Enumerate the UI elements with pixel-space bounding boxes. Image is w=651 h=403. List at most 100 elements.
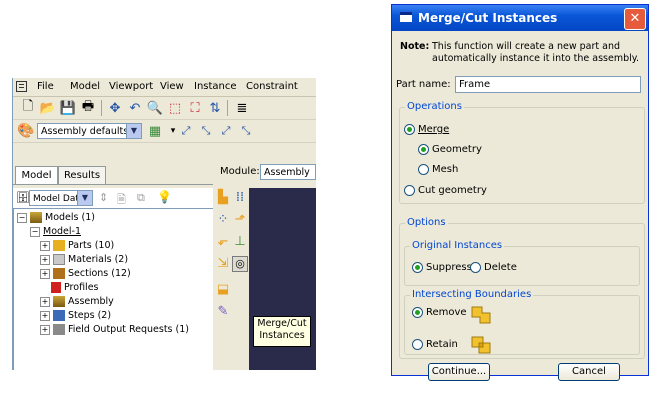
- lightbulb-icon[interactable]: 💡: [157, 190, 172, 204]
- open-folder-icon[interactable]: 📂: [39, 99, 57, 117]
- rotate-instance-icon[interactable]: ⬐: [215, 234, 231, 250]
- tree-item-label: Assembly: [68, 296, 114, 307]
- radio-unselected-icon[interactable]: [470, 261, 481, 273]
- delete-label: Delete: [484, 262, 517, 273]
- close-button[interactable]: ✕: [624, 8, 646, 30]
- radial-pattern-icon[interactable]: ⁘: [215, 212, 231, 228]
- dialog-title-bar[interactable]: Merge/Cut Instances ✕: [392, 5, 648, 31]
- translate-to-icon[interactable]: ⇲: [215, 256, 231, 272]
- menu-constraint[interactable]: Constraint: [246, 81, 298, 92]
- radio-unselected-icon[interactable]: [412, 338, 423, 350]
- translate-instance-icon[interactable]: ⬏: [232, 212, 248, 228]
- print-icon[interactable]: 🖶: [79, 99, 97, 117]
- continue-button[interactable]: Continue...: [428, 363, 490, 381]
- expand-icon[interactable]: +: [40, 240, 50, 251]
- pan-icon[interactable]: ✥: [106, 99, 124, 117]
- module-toolbox: ▙ ⁞⁞ ⁘ ⬏ ⬐ ⊥ ⇲ ◎ ⬓ ✎: [213, 188, 249, 370]
- suppress-radio[interactable]: Suppress: [412, 261, 472, 275]
- view-xy-icon[interactable]: ⤢: [177, 122, 195, 140]
- instance-part-icon[interactable]: ▙: [215, 190, 231, 206]
- tab-results[interactable]: Results: [58, 166, 106, 185]
- window-menu-icon[interactable]: [16, 81, 27, 92]
- tree-item-steps[interactable]: + Steps (2): [40, 309, 111, 323]
- tab-model[interactable]: Model: [15, 166, 58, 185]
- cancel-label: Cancel: [572, 366, 606, 377]
- menu-file[interactable]: File: [37, 81, 54, 92]
- tree-item-model-1[interactable]: − Model-1: [30, 225, 81, 239]
- view-yx-icon[interactable]: ⤡: [197, 122, 215, 140]
- cae-main-window: File Model Viewport View Instance Constr…: [12, 78, 316, 370]
- collapse-icon[interactable]: −: [17, 212, 27, 223]
- remove-label: Remove: [426, 307, 467, 318]
- copy-icon[interactable]: ⧉: [137, 191, 145, 205]
- expand-collapse-icon[interactable]: ⇕: [99, 191, 108, 204]
- tooltip-line-2: Instances: [259, 330, 305, 341]
- merge-cut-instances-icon[interactable]: ◎: [232, 256, 248, 272]
- radio-selected-icon[interactable]: [404, 123, 415, 135]
- expand-icon[interactable]: +: [40, 324, 50, 335]
- rotate-icon[interactable]: ↶: [126, 99, 144, 117]
- geometry-radio[interactable]: Geometry: [418, 143, 482, 157]
- view-zx-icon[interactable]: ⤢: [217, 122, 235, 140]
- expand-icon[interactable]: +: [40, 310, 50, 321]
- box-zoom-icon[interactable]: ⬚: [166, 99, 184, 117]
- model-database-select[interactable]: Model Datat ▼: [29, 190, 93, 206]
- tree-item-profiles[interactable]: Profiles: [51, 281, 99, 295]
- auto-fit-icon[interactable]: ⛶: [186, 99, 204, 117]
- chevron-down-icon[interactable]: ▼: [77, 191, 92, 205]
- model-tree: − Models (1) − Model-1 + Parts (10) + Materi…: [13, 208, 215, 370]
- cut-geometry-radio[interactable]: Cut geometry: [404, 184, 487, 198]
- module-select[interactable]: Assembly: [260, 164, 316, 180]
- create-set-icon[interactable]: ⬓: [215, 282, 231, 298]
- geometry-label: Geometry: [432, 144, 482, 155]
- chevron-down-icon[interactable]: ▼: [126, 124, 141, 138]
- cancel-button[interactable]: Cancel: [558, 363, 620, 381]
- tooltip-line-1: Merge/Cut: [257, 318, 307, 329]
- radio-selected-icon[interactable]: [412, 261, 423, 273]
- collapse-icon[interactable]: −: [30, 226, 40, 237]
- tree-item-label: Steps (2): [68, 310, 112, 321]
- list-icon[interactable]: ≣: [233, 99, 251, 117]
- tree-item-field-output-requests[interactable]: + Field Output Requests (1): [40, 323, 189, 337]
- radio-unselected-icon[interactable]: [418, 163, 429, 175]
- linear-pattern-icon[interactable]: ⁞⁞: [232, 190, 248, 206]
- menu-instance[interactable]: Instance: [194, 81, 237, 92]
- feature-manager-icon[interactable]: ✎: [215, 304, 231, 320]
- sort-icon[interactable]: ⇅: [206, 99, 224, 117]
- new-file-icon[interactable]: 🗋: [19, 99, 37, 117]
- menu-model[interactable]: Model: [70, 81, 100, 92]
- merge-cut-tooltip: Merge/Cut Instances: [253, 316, 311, 347]
- palette-icon[interactable]: 🎨: [17, 122, 35, 140]
- tree-item-sections[interactable]: + Sections (12): [40, 267, 131, 281]
- constraint-icon[interactable]: ⊥: [232, 234, 248, 250]
- zoom-icon[interactable]: 🔍: [146, 99, 164, 117]
- dialog-title: Merge/Cut Instances: [418, 11, 558, 25]
- part-name-value: Frame: [459, 79, 491, 90]
- render-style-icon[interactable]: ▦: [146, 122, 164, 140]
- remove-radio[interactable]: Remove: [412, 306, 467, 320]
- parts-icon: [53, 240, 65, 251]
- expand-icon[interactable]: +: [40, 254, 50, 265]
- merge-label: Merge: [418, 124, 450, 135]
- delete-radio[interactable]: Delete: [470, 261, 517, 275]
- menu-view[interactable]: View: [160, 81, 184, 92]
- save-icon[interactable]: 💾: [59, 99, 77, 117]
- retain-radio[interactable]: Retain: [412, 338, 458, 352]
- tree-item-parts[interactable]: + Parts (10): [40, 239, 114, 253]
- expand-icon[interactable]: +: [40, 296, 50, 307]
- tree-item-assembly[interactable]: + Assembly: [40, 295, 114, 309]
- assembly-defaults-select[interactable]: Assembly defaults ▼: [37, 123, 142, 139]
- mesh-radio[interactable]: Mesh: [418, 163, 458, 177]
- tree-item-materials[interactable]: + Materials (2): [40, 253, 128, 267]
- view-zy-icon[interactable]: ⤡: [237, 122, 255, 140]
- tree-item-models[interactable]: − Models (1): [17, 211, 95, 225]
- tree-item-label: Parts (10): [68, 240, 115, 251]
- radio-selected-icon[interactable]: [412, 306, 423, 318]
- radio-unselected-icon[interactable]: [404, 184, 415, 196]
- expand-icon[interactable]: +: [40, 268, 50, 279]
- module-value: Assembly: [264, 167, 310, 178]
- menu-viewport[interactable]: Viewport: [109, 81, 153, 92]
- radio-selected-icon[interactable]: [418, 143, 429, 155]
- part-name-input[interactable]: Frame: [455, 76, 641, 93]
- merge-radio[interactable]: Merge: [404, 123, 449, 137]
